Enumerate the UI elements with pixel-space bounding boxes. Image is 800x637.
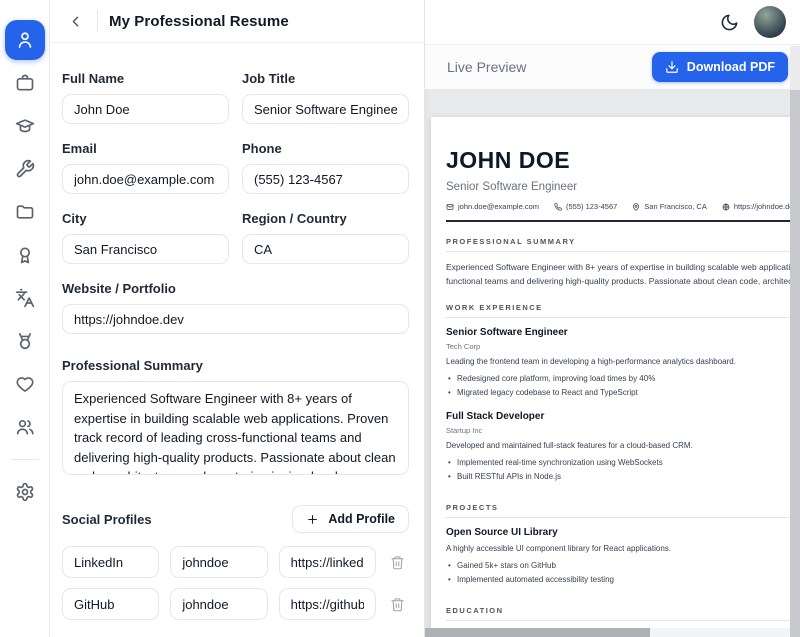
resume-job-title: Senior Software Engineer [446, 181, 800, 193]
heart-icon [15, 374, 35, 394]
sidebar-item-references[interactable] [5, 407, 45, 447]
resume-form-panel: My Professional Resume Full Name Job Tit… [50, 0, 425, 637]
graduation-cap-icon [15, 116, 35, 136]
phone-label: Phone [242, 141, 409, 156]
section-heading-summary: PROFESSIONAL SUMMARY [446, 237, 800, 252]
contact-phone: (555) 123-4567 [554, 202, 617, 211]
sidebar-item-certifications[interactable] [5, 235, 45, 275]
full-name-label: Full Name [62, 71, 229, 86]
social-network-field[interactable] [62, 588, 159, 620]
trash-icon [390, 555, 405, 570]
top-bar [425, 0, 800, 45]
globe-icon [722, 203, 730, 211]
sidebar-item-skills[interactable] [5, 149, 45, 189]
job-title-field[interactable] [242, 94, 409, 124]
website-field[interactable] [62, 304, 409, 334]
horizontal-scrollbar-thumb[interactable] [425, 628, 650, 637]
trash-icon [390, 597, 405, 612]
wrench-icon [15, 159, 35, 179]
contact-email: john.doe@example.com [446, 202, 539, 211]
dark-mode-toggle[interactable] [717, 10, 741, 34]
social-profile-row [62, 546, 409, 578]
sidebar-item-languages[interactable] [5, 278, 45, 318]
download-icon [665, 60, 679, 74]
social-username-field[interactable] [170, 546, 267, 578]
sidebar-item-interests[interactable] [5, 364, 45, 404]
preview-scroll-area[interactable]: JOHN DOE Senior Software Engineer john.d… [425, 90, 800, 637]
phone-icon [554, 203, 562, 211]
back-button[interactable] [64, 10, 86, 32]
resume-summary-text: Experienced Software Engineer with 8+ ye… [446, 261, 800, 288]
sidebar-item-settings[interactable] [5, 472, 45, 512]
medal-icon [15, 331, 35, 351]
social-username-field[interactable] [170, 588, 267, 620]
email-field[interactable] [62, 164, 229, 194]
contact-website: https://johndoe.dev [722, 202, 797, 211]
delete-profile-button[interactable] [387, 597, 409, 612]
job-title-label: Job Title [242, 71, 409, 86]
languages-icon [15, 288, 35, 308]
sidebar-item-projects[interactable] [5, 192, 45, 232]
phone-field[interactable] [242, 164, 409, 194]
page-title: My Professional Resume [109, 13, 289, 30]
resume-sheet: JOHN DOE Senior Software Engineer john.d… [431, 117, 800, 637]
form-header: My Professional Resume [50, 0, 424, 43]
live-preview-label: Live Preview [447, 59, 526, 75]
vertical-scrollbar-thumb[interactable] [790, 90, 800, 637]
preview-header: Live Preview Download PDF [425, 45, 800, 90]
region-field[interactable] [242, 234, 409, 264]
city-label: City [62, 211, 229, 226]
summary-textarea[interactable]: Experienced Software Engineer with 8+ ye… [62, 381, 409, 475]
add-profile-button[interactable]: Add Profile [292, 505, 409, 533]
sidebar-divider [11, 459, 39, 460]
chevron-left-icon [67, 13, 84, 30]
full-name-field[interactable] [62, 94, 229, 124]
email-label: Email [62, 141, 229, 156]
sidebar-item-experience[interactable] [5, 63, 45, 103]
city-field[interactable] [62, 234, 229, 264]
live-preview-panel: Live Preview Download PDF JOHN DOE Senio… [425, 0, 800, 637]
folder-icon [15, 202, 35, 222]
sidebar-item-profile[interactable] [5, 20, 45, 60]
award-icon [15, 245, 35, 265]
social-url-field[interactable] [279, 546, 376, 578]
social-network-field[interactable] [62, 546, 159, 578]
work-item: Senior Software Engineer Tech Corp Leadi… [446, 327, 800, 400]
user-icon [15, 30, 35, 50]
sidebar-item-education[interactable] [5, 106, 45, 146]
delete-profile-button[interactable] [387, 555, 409, 570]
social-profile-row [62, 588, 409, 620]
gear-icon [15, 482, 35, 502]
website-label: Website / Portfolio [62, 281, 409, 296]
summary-label: Professional Summary [62, 358, 409, 373]
section-heading-work: WORK EXPERIENCE [446, 303, 800, 318]
contact-location: San Francisco, CA [632, 202, 707, 211]
header-divider [97, 10, 98, 32]
project-item: Open Source UI Library A highly accessib… [446, 527, 800, 587]
map-pin-icon [632, 203, 640, 211]
plus-icon [306, 513, 319, 526]
briefcase-icon [15, 73, 35, 93]
resume-header-divider [446, 220, 800, 222]
mail-icon [446, 203, 454, 211]
resume-name: JOHN DOE [446, 147, 800, 174]
work-item: Full Stack Developer Startup Inc Develop… [446, 411, 800, 484]
social-profiles-label: Social Profiles [62, 512, 152, 527]
download-pdf-button[interactable]: Download PDF [652, 52, 788, 82]
user-avatar[interactable] [754, 6, 786, 38]
icon-sidebar [0, 0, 50, 637]
social-url-field[interactable] [279, 588, 376, 620]
section-heading-education: EDUCATION [446, 606, 800, 621]
section-heading-projects: PROJECTS [446, 503, 800, 518]
vertical-scrollbar[interactable] [790, 46, 800, 637]
resume-contact-row: john.doe@example.com (555) 123-4567 San … [446, 202, 800, 211]
moon-icon [720, 13, 739, 32]
sidebar-item-awards[interactable] [5, 321, 45, 361]
region-label: Region / Country [242, 211, 409, 226]
users-icon [15, 417, 35, 437]
form-body: Full Name Job Title Email Phone City [50, 43, 424, 630]
horizontal-scrollbar[interactable] [425, 628, 790, 637]
